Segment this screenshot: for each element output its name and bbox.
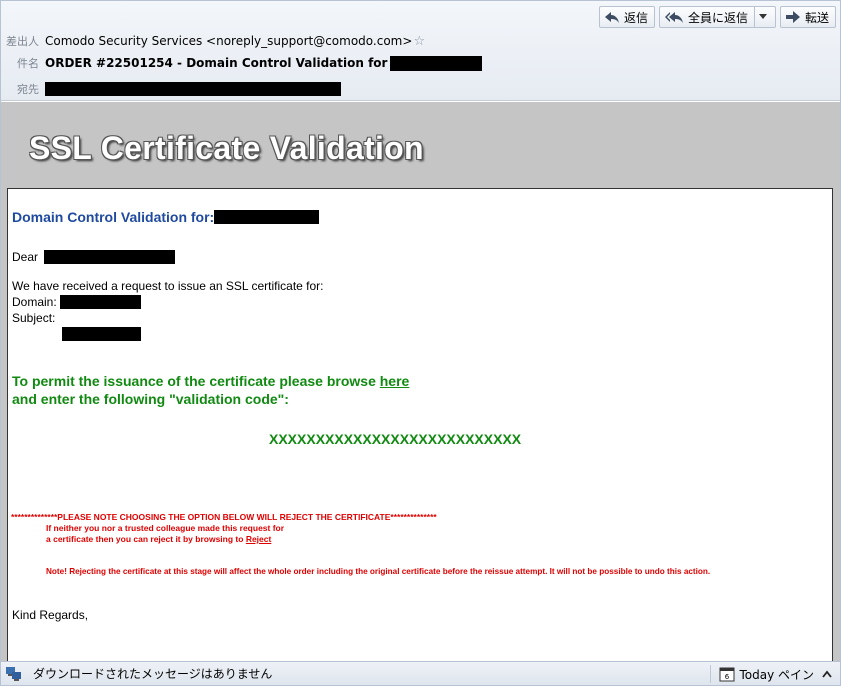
message-actions: 返信 全員に返信 転送 [598,6,836,28]
dear-text: Dear [12,250,39,264]
message-header: 差出人 Comodo Security Services <noreply_su… [1,1,840,101]
subject-label: 件名 [17,57,39,70]
neither-line-2: a certificate then you can reject it by … [46,534,271,544]
reject-link[interactable]: Reject [246,534,272,544]
star-icon[interactable]: ☆ [413,34,425,49]
neither-line-1: If neither you nor a trusted colleague m… [46,523,285,533]
here-link[interactable]: here [380,373,410,389]
subject-value [62,327,141,346]
dcv-title: Domain Control Validation for: [12,209,320,225]
reply-icon [604,12,619,23]
received-text: We have received a request to issue an S… [12,279,324,293]
redacted-name [44,250,176,264]
permit-line-1: To permit the issuance of the certificat… [12,373,409,389]
subject-row: 件名 ORDER #22501254 - Domain Control Vali… [1,54,483,72]
kind-regards: Kind Regards, [12,608,89,622]
to-label: 宛先 [17,83,39,96]
domain-label: Domain: [12,295,57,309]
reply-button[interactable]: 返信 [598,6,655,28]
from-label: 差出人 [6,35,39,48]
reply-all-dropdown[interactable] [754,6,776,28]
email-content: Domain Control Validation for: Dear We h… [7,188,833,661]
note-line: **************PLEASE NOTE CHOOSING THE O… [11,512,437,522]
chevron-down-icon [758,14,767,19]
email-window: 差出人 Comodo Security Services <noreply_su… [0,0,841,686]
reply-all-label: 全員に返信 [687,10,748,25]
status-bar: ダウンロードされたメッセージはありません 6 Today ペイン [1,661,840,685]
from-row: 差出人 Comodo Security Services <noreply_su… [1,32,425,50]
greeting: Dear [12,250,176,264]
banner-title: SSL Certificate Validation [29,130,424,166]
network-icon [6,666,21,681]
reply-all-split: 全員に返信 [658,6,776,28]
reply-all-icon [664,12,683,23]
reply-label: 返信 [623,10,648,25]
validation-code: XXXXXXXXXXXXXXXXXXXXXXXXXXX [269,431,522,447]
forward-label: 転送 [804,10,829,25]
redacted-subject [62,327,141,341]
from-address[interactable]: Comodo Security Services <noreply_suppor… [45,34,412,48]
redacted-domain [60,295,142,309]
chevron-up-icon[interactable] [822,670,832,678]
redacted-domain [214,210,320,224]
permit-line-2: and enter the following "validation code… [12,391,289,407]
redacted-domain [390,55,483,71]
forward-icon [785,11,800,23]
neither-text: a certificate then you can reject it by … [46,534,244,544]
forward-button[interactable]: 転送 [779,6,836,28]
domain-line: Domain: [12,295,142,309]
body-frame-right [833,188,840,661]
status-left: ダウンロードされたメッセージはありません [5,665,272,682]
reply-all-button[interactable]: 全員に返信 [658,6,755,28]
calendar-icon: 6 [719,667,735,682]
dcv-title-text: Domain Control Validation for: [12,209,215,225]
reject-warning: Note! Rejecting the certificate at this … [46,567,711,576]
redacted-recipient [45,82,341,96]
subject-label: Subject: [12,311,56,325]
today-pane-label: Today ペイン [739,667,814,682]
permit-text: To permit the issuance of the certificat… [12,373,376,389]
svg-text:6: 6 [725,673,730,681]
banner: SSL Certificate Validation [1,102,840,188]
to-row: 宛先 [1,80,341,98]
status-message: ダウンロードされたメッセージはありません [33,667,273,681]
subject-text: ORDER #22501254 - Domain Control Validat… [45,56,388,70]
today-pane-toggle[interactable]: 6 Today ペイン [710,665,832,683]
